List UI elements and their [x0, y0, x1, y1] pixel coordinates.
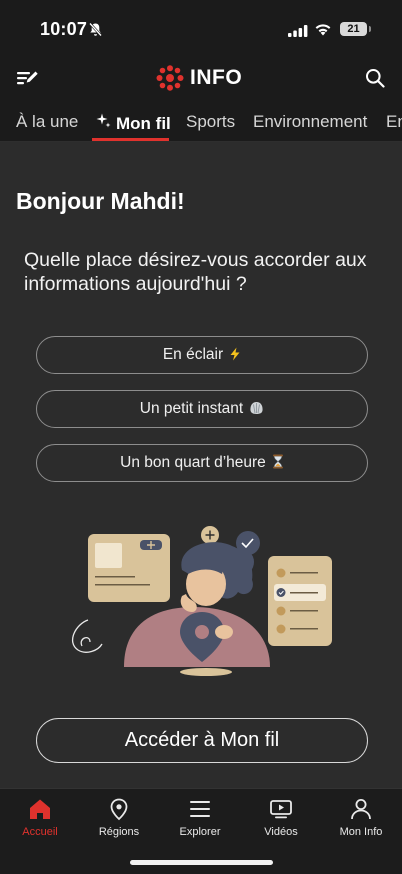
- choice-label: En éclair: [162, 346, 224, 363]
- nav-item-mon-info[interactable]: Mon Info: [321, 797, 401, 838]
- nav-item-accueil[interactable]: Accueil: [0, 797, 80, 838]
- wifi-icon: [314, 22, 332, 41]
- nav-label: Accueil: [22, 826, 58, 838]
- nav-label: Vidéos: [264, 826, 298, 838]
- radio-canada-gem-icon: [156, 65, 184, 91]
- tab-mon-fil[interactable]: Mon fil: [95, 112, 171, 134]
- choice-en-eclair-button[interactable]: En éclair: [36, 336, 368, 374]
- choice-label: Un petit instant: [139, 400, 244, 417]
- brand-logo[interactable]: INFO: [156, 65, 242, 91]
- greeting-title: Bonjour Mahdi!: [16, 188, 185, 214]
- user-icon: [351, 799, 371, 820]
- cellular-signal-icon: [288, 24, 308, 42]
- battery-indicator: 21: [340, 22, 371, 36]
- tab-partial[interactable]: En: [386, 112, 402, 132]
- section-tabs: À la une Mon fil Sports Environnement En: [0, 100, 402, 142]
- video-icon: [270, 800, 292, 819]
- person-reading-illustration: [72, 526, 332, 676]
- location-pin-icon: [110, 798, 128, 821]
- brand-name: INFO: [190, 66, 243, 89]
- choice-label: Un bon quart d’heure: [120, 454, 266, 471]
- menu-edit-icon[interactable]: [16, 68, 40, 88]
- status-bar: 10:07 21: [0, 0, 402, 56]
- tab-sports[interactable]: Sports: [186, 112, 235, 132]
- tab-a-la-une[interactable]: À la une: [16, 112, 78, 132]
- sparkle-icon: [95, 112, 112, 134]
- app-header: INFO: [0, 56, 402, 100]
- app-screen: 10:07 21 INFO À la une Mon fil Sports En…: [0, 0, 402, 874]
- hourglass-icon: [272, 454, 284, 472]
- question-text: Quelle place désirez-vous accorder aux i…: [24, 249, 367, 295]
- choice-bon-quart-heure-button[interactable]: Un bon quart d’heure: [36, 444, 368, 482]
- home-icon: [30, 799, 50, 819]
- home-indicator[interactable]: [130, 860, 273, 865]
- access-mon-fil-button[interactable]: Accéder à Mon fil: [36, 718, 368, 763]
- nav-item-regions[interactable]: Régions: [79, 797, 159, 838]
- status-time: 10:07: [40, 19, 88, 39]
- bell-muted-icon: [88, 22, 103, 42]
- main-content: Bonjour Mahdi! Quelle place désirez-vous…: [0, 142, 402, 788]
- choice-petit-instant-button[interactable]: Un petit instant: [36, 390, 368, 428]
- tab-mon-fil-label: Mon fil: [116, 114, 171, 133]
- nav-label: Explorer: [179, 826, 221, 838]
- nav-item-explorer[interactable]: Explorer: [160, 797, 240, 838]
- nav-item-videos[interactable]: Vidéos: [241, 797, 321, 838]
- search-icon[interactable]: [365, 68, 385, 88]
- nav-label: Mon Info: [339, 826, 383, 838]
- shell-icon: [249, 401, 264, 418]
- menu-lines-icon: [190, 801, 210, 817]
- nav-label: Régions: [98, 826, 140, 838]
- active-tab-indicator: [92, 138, 169, 141]
- tab-environnement[interactable]: Environnement: [253, 112, 367, 132]
- lightning-icon: [229, 347, 241, 364]
